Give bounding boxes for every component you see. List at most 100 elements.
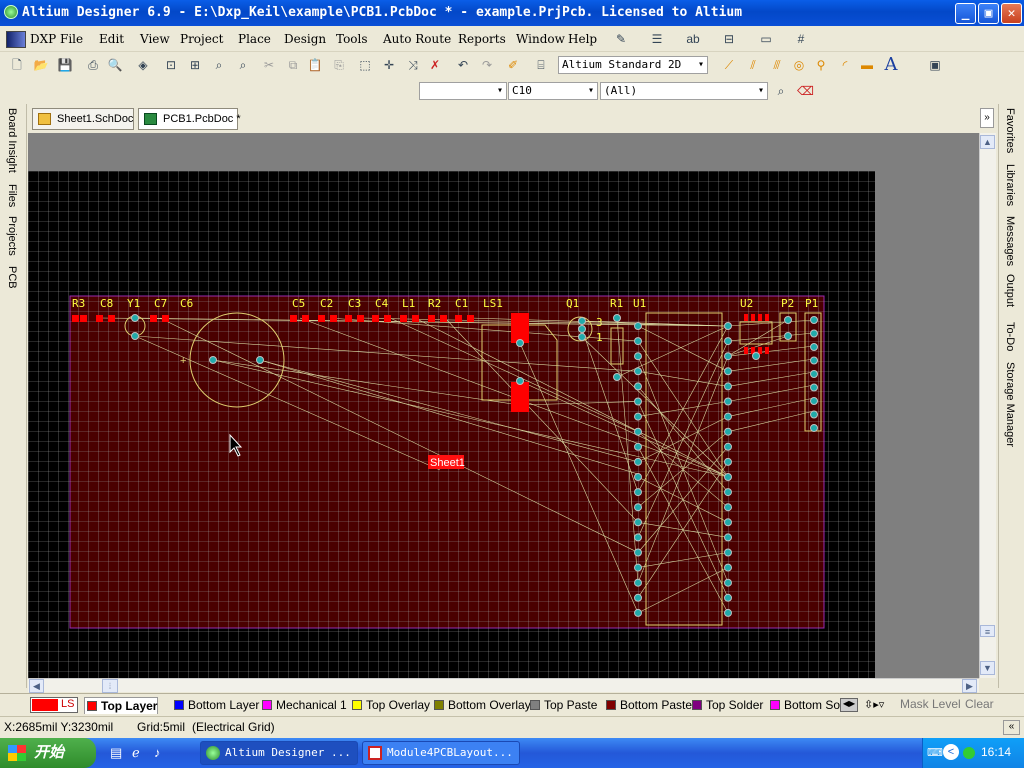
through-hole-pad[interactable] [724, 367, 732, 376]
smd-pad[interactable] [150, 315, 157, 322]
smd-pad[interactable] [80, 315, 87, 322]
through-hole-pad[interactable] [634, 593, 642, 602]
through-hole-pad[interactable] [613, 314, 621, 322]
print-icon[interactable]: ⎙ [84, 56, 102, 74]
net-select[interactable]: (All) [600, 82, 768, 100]
fill-icon[interactable]: ▬ [858, 56, 876, 74]
through-hole-pad[interactable] [131, 314, 139, 322]
layer-scroll-icon[interactable]: ◀▶ [840, 698, 858, 712]
smd-pad[interactable] [330, 315, 337, 322]
designator-c1[interactable]: C1 [455, 297, 468, 310]
through-hole-pad[interactable] [810, 370, 818, 378]
align-icon[interactable]: ☰ [648, 30, 666, 48]
smd-pad[interactable] [455, 315, 462, 322]
ls1-pad[interactable] [511, 313, 529, 343]
through-hole-pad[interactable] [634, 563, 642, 572]
through-hole-pad[interactable] [724, 608, 732, 617]
through-hole-pad[interactable] [724, 533, 732, 542]
smd-pad[interactable] [384, 315, 391, 322]
through-hole-pad[interactable] [724, 442, 732, 451]
through-hole-pad[interactable] [634, 412, 642, 421]
smd-pad[interactable] [108, 315, 115, 322]
designator-r2[interactable]: R2 [428, 297, 441, 310]
through-hole-pad[interactable] [724, 352, 732, 361]
smd-pad[interactable] [318, 315, 325, 322]
designator-q1[interactable]: Q1 [566, 297, 579, 310]
smd-pad[interactable] [751, 314, 755, 321]
through-hole-pad[interactable] [810, 397, 818, 405]
task-module4[interactable]: Module4PCBLayout... [362, 741, 520, 765]
clear-mask-icon[interactable]: ⌫ [796, 82, 814, 100]
tab-to-do[interactable]: To-Do [1004, 322, 1016, 351]
pad-icon[interactable]: ◎ [790, 56, 808, 74]
through-hole-pad[interactable] [516, 377, 524, 385]
tab-storage-manager[interactable]: Storage Manager [1004, 362, 1016, 447]
through-hole-pad[interactable] [810, 410, 818, 419]
through-hole-pad[interactable] [209, 356, 217, 364]
through-hole-pad[interactable] [634, 578, 642, 587]
through-hole-pad[interactable] [724, 427, 732, 436]
interactive-route-icon[interactable]: ⟋ [720, 56, 738, 74]
media-icon[interactable]: ♪ [154, 745, 161, 760]
smd-pad[interactable] [290, 315, 297, 322]
smd-pad[interactable] [744, 314, 748, 321]
through-hole-pad[interactable] [810, 356, 818, 365]
zoom-filter-icon[interactable]: ⌕ [234, 56, 252, 74]
through-hole-pad[interactable] [256, 356, 264, 364]
smd-pad[interactable] [428, 315, 435, 322]
layer-tab-bottom-overlay[interactable]: Bottom Overlay [432, 697, 531, 714]
layer-tab-top-paste[interactable]: Top Paste [528, 697, 597, 714]
through-hole-pad[interactable] [634, 533, 642, 542]
through-hole-pad[interactable] [634, 427, 642, 436]
through-hole-pad[interactable] [810, 329, 818, 338]
show-desktop-icon[interactable]: ▤ [110, 745, 122, 761]
redo-icon[interactable]: ↷ [478, 56, 496, 74]
menu-place[interactable]: Place [238, 32, 271, 46]
copy-icon[interactable]: ⧉ [284, 56, 302, 74]
smd-pad[interactable] [302, 315, 309, 322]
tab-pcb1-pcbdoc[interactable]: PCB1.PcbDoc * [138, 108, 241, 130]
deselect-icon[interactable]: ⤨ [404, 56, 422, 74]
tab-output[interactable]: Output [1004, 274, 1016, 307]
designator-r3[interactable]: R3 [72, 297, 85, 310]
horizontal-scrollbar[interactable]: ◀ ⦙ ▶ [28, 678, 979, 693]
ie-icon[interactable]: ℯ [132, 745, 140, 761]
designator-c6[interactable]: C6 [180, 297, 193, 310]
through-hole-pad[interactable] [634, 322, 642, 330]
class-select[interactable] [419, 82, 507, 100]
paste-icon[interactable]: 📋 [306, 56, 324, 74]
layer-tab-top-layer[interactable]: Top Layer [84, 697, 159, 714]
through-hole-pad[interactable] [724, 337, 732, 346]
print-preview-icon[interactable]: 🔍 [106, 56, 124, 74]
designator-p2[interactable]: P2 [781, 297, 794, 310]
ls1-pad[interactable] [511, 382, 529, 412]
through-hole-pad[interactable] [724, 382, 732, 391]
layer-tab-bottom-sol[interactable]: Bottom Sol [768, 697, 843, 714]
through-hole-pad[interactable] [634, 503, 642, 512]
tab-messages[interactable]: Messages [1004, 216, 1016, 266]
designator-c3[interactable]: C3 [348, 297, 361, 310]
layers-icon[interactable]: ◈ [134, 56, 152, 74]
through-hole-pad[interactable] [516, 339, 524, 347]
designator-u1[interactable]: U1 [633, 297, 646, 310]
smd-pad[interactable] [765, 314, 769, 321]
mask-level-button[interactable]: Mask Level [900, 697, 961, 711]
through-hole-pad[interactable] [724, 322, 732, 330]
designator-l1[interactable]: L1 [402, 297, 415, 310]
dxp-logo-icon[interactable] [6, 31, 26, 48]
smd-pad[interactable] [440, 315, 447, 322]
multi-route-icon[interactable]: ⫻ [768, 56, 786, 74]
smd-pad[interactable] [765, 347, 769, 354]
undo-icon[interactable]: ↶ [454, 56, 472, 74]
pcb-canvas[interactable]: R3 C8 Y1 C7 C6 C5 C2 C3 C4 L1 R2 C1 LS1 … [28, 133, 979, 678]
cut-icon[interactable]: ✂ [260, 56, 278, 74]
clear-filter-icon[interactable]: ✗ [426, 56, 444, 74]
keyboard-icon[interactable]: ⌨ [927, 746, 943, 759]
tab-sheet1-schdoc[interactable]: Sheet1.SchDoc [32, 108, 134, 130]
through-hole-pad[interactable] [634, 518, 642, 527]
menu-auto-route[interactable]: Auto Route [383, 32, 451, 46]
through-hole-pad[interactable] [634, 457, 642, 466]
smd-pad[interactable] [758, 347, 762, 354]
measure-icon[interactable]: ⊟ [720, 30, 738, 48]
through-hole-pad[interactable] [810, 316, 818, 324]
